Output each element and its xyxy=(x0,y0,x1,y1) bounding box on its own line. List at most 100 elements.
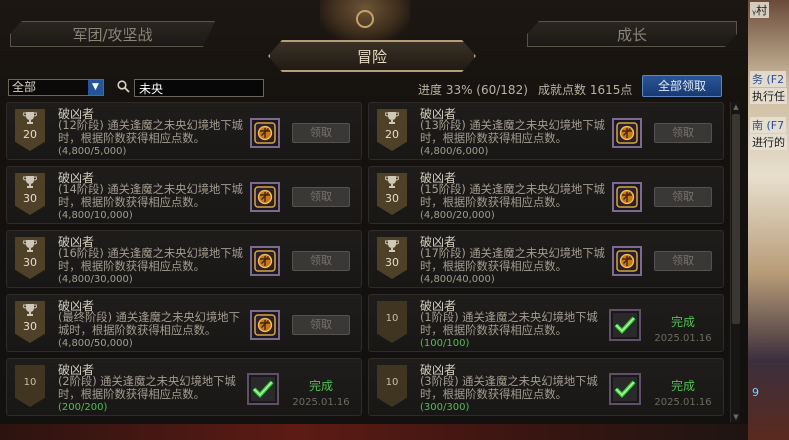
reward-chest-icon[interactable] xyxy=(612,246,642,276)
achievement-card: 30 破凶者 (14阶段) 通关逢魔之未央幻境地下城时，根据阶数获得相应点数。 (4,… xyxy=(6,166,362,224)
completed-label: 完成 xyxy=(670,315,695,329)
checkmark-icon xyxy=(609,309,641,341)
achievement-points: 10 xyxy=(385,377,399,388)
tab-adventure[interactable]: 冒险 xyxy=(268,40,476,72)
achievement-card: 20 破凶者 (13阶段) 通关逢魔之未央幻境地下城时，根据阶数获得相应点数。 (4,… xyxy=(368,102,724,160)
backdrop-text: 南 (F7 xyxy=(750,117,787,133)
achievement-description: (12阶段) 通关逢魔之未央幻境地下城时，根据阶数获得相应点数。 xyxy=(58,119,243,145)
claim-button[interactable]: 领取 xyxy=(292,187,350,207)
achievement-medal: 10 xyxy=(15,365,45,407)
trophy-icon xyxy=(23,304,37,316)
backdrop-text: 执行任 xyxy=(750,88,787,104)
achievement-medal: 30 xyxy=(377,237,407,279)
completed-date: 2025.01.16 xyxy=(654,333,712,344)
trophy-icon xyxy=(23,112,37,124)
achievement-card: 30 破凶者 (17阶段) 通关逢魔之未央幻境地下城时，根据阶数获得相应点数。 (4,… xyxy=(368,230,724,288)
checkmark-icon xyxy=(609,373,641,405)
achievement-description: (1阶段) 通关逢魔之未央幻境地下城时，根据阶数获得相应点数。 xyxy=(420,311,598,337)
chevron-down-icon[interactable]: ▼ xyxy=(88,80,103,95)
trophy-icon xyxy=(23,240,37,252)
completed-date: 2025.01.16 xyxy=(292,397,350,408)
search-input[interactable] xyxy=(134,79,264,97)
scroll-thumb[interactable] xyxy=(732,114,740,324)
achievement-medal: 20 xyxy=(15,109,45,151)
completed-label: 完成 xyxy=(308,379,333,393)
achievement-points: 20 xyxy=(23,128,37,141)
tab-growth[interactable]: 成长 xyxy=(527,21,737,47)
header-emblem xyxy=(320,0,410,42)
achievement-description: (3阶段) 通关逢魔之未央幻境地下城时，根据阶数获得相应点数。 xyxy=(420,375,598,401)
achievement-points: 20 xyxy=(385,128,399,141)
achievement-progress: (4,800/10,000) xyxy=(58,210,133,221)
claim-button[interactable]: 领取 xyxy=(292,251,350,271)
reward-chest-icon[interactable] xyxy=(612,118,642,148)
achievement-medal: 30 xyxy=(15,237,45,279)
backdrop-text: ᵧ村 xyxy=(750,2,770,18)
scrollbar[interactable]: ▲ ▼ xyxy=(730,102,740,422)
achievement-card: 10 破凶者 (2阶段) 通关逢魔之未央幻境地下城时，根据阶数获得相应点数。 (200… xyxy=(6,358,362,416)
achievement-points: 30 xyxy=(23,320,37,333)
achievement-description: (13阶段) 通关逢魔之未央幻境地下城时，根据阶数获得相应点数。 xyxy=(420,119,605,145)
scroll-up-icon[interactable]: ▲ xyxy=(732,103,740,111)
reward-chest-icon[interactable] xyxy=(250,118,280,148)
claim-all-button[interactable]: 全部领取 xyxy=(642,75,722,97)
achievement-description: (16阶段) 通关逢魔之未央幻境地下城时，根据阶数获得相应点数。 xyxy=(58,247,243,273)
claim-button[interactable]: 领取 xyxy=(654,123,712,143)
achievement-card: 30 破凶者 (16阶段) 通关逢魔之未央幻境地下城时，根据阶数获得相应点数。 (4,… xyxy=(6,230,362,288)
achievement-window: 军团/攻坚战 成长 冒险 全部 ▼ 进度 33% (60/182) 成就点数 1… xyxy=(0,0,789,440)
achievement-progress: (4,800/50,000) xyxy=(58,338,133,349)
tab-legion-siege[interactable]: 军团/攻坚战 xyxy=(10,21,215,47)
category-dropdown-value: 全部 xyxy=(12,80,37,94)
achievement-description: (2阶段) 通关逢魔之未央幻境地下城时，根据阶数获得相应点数。 xyxy=(58,375,236,401)
achievement-progress: (300/300) xyxy=(420,402,470,413)
category-dropdown[interactable]: 全部 ▼ xyxy=(8,79,104,96)
search-icon xyxy=(117,80,130,93)
checkmark-icon xyxy=(247,373,279,405)
scroll-down-icon[interactable]: ▼ xyxy=(732,413,740,421)
backdrop-text: 9 xyxy=(752,386,759,399)
claim-button[interactable]: 领取 xyxy=(654,187,712,207)
achievement-description: (15阶段) 通关逢魔之未央幻境地下城时，根据阶数获得相应点数。 xyxy=(420,183,605,209)
achievement-points: 30 xyxy=(385,256,399,269)
backdrop-text: 进行的 xyxy=(750,134,787,150)
achievement-points: 30 xyxy=(385,192,399,205)
backdrop-text: 务 (F2 xyxy=(750,71,787,87)
claim-button[interactable]: 领取 xyxy=(292,123,350,143)
achievement-progress: (4,800/5,000) xyxy=(58,146,127,157)
achievement-description: (最终阶段) 通关逢魔之未央幻境地下城时，根据阶数获得相应点数。 xyxy=(58,311,240,337)
reward-chest-icon[interactable] xyxy=(250,246,280,276)
achievement-card: 30 破凶者 (15阶段) 通关逢魔之未央幻境地下城时，根据阶数获得相应点数。 (4,… xyxy=(368,166,724,224)
achievement-medal: 10 xyxy=(377,365,407,407)
achievement-medal: 30 xyxy=(15,173,45,215)
achievement-progress: (200/200) xyxy=(58,402,108,413)
claim-button[interactable]: 领取 xyxy=(654,251,712,271)
completed-date: 2025.01.16 xyxy=(654,397,712,408)
claim-button[interactable]: 领取 xyxy=(292,315,350,335)
achievement-progress: (4,800/20,000) xyxy=(420,210,495,221)
trophy-icon xyxy=(23,176,37,188)
reward-chest-icon[interactable] xyxy=(250,182,280,212)
reward-chest-icon[interactable] xyxy=(612,182,642,212)
trophy-icon xyxy=(385,112,399,124)
achievement-description: (17阶段) 通关逢魔之未央幻境地下城时，根据阶数获得相应点数。 xyxy=(420,247,605,273)
achievement-points-text: 成就点数 1615点 xyxy=(538,83,633,97)
achievement-list: 20 破凶者 (12阶段) 通关逢魔之未央幻境地下城时，根据阶数获得相应点数。 (4,… xyxy=(6,102,730,424)
achievement-card: 20 破凶者 (12阶段) 通关逢魔之未央幻境地下城时，根据阶数获得相应点数。 (4,… xyxy=(6,102,362,160)
achievement-card: 10 破凶者 (3阶段) 通关逢魔之未央幻境地下城时，根据阶数获得相应点数。 (300… xyxy=(368,358,724,416)
achievement-points: 10 xyxy=(385,313,399,324)
achievement-card: 10 破凶者 (1阶段) 通关逢魔之未央幻境地下城时，根据阶数获得相应点数。 (100… xyxy=(368,294,724,352)
reward-chest-icon[interactable] xyxy=(250,310,280,340)
game-backdrop: ᵧ村 务 (F2 执行任 南 (F7 进行的 9 xyxy=(748,0,789,440)
achievement-progress: (4,800/30,000) xyxy=(58,274,133,285)
achievement-card: 30 破凶者 (最终阶段) 通关逢魔之未央幻境地下城时，根据阶数获得相应点数。 (4,… xyxy=(6,294,362,352)
achievement-medal: 10 xyxy=(377,301,407,343)
achievement-description: (14阶段) 通关逢魔之未央幻境地下城时，根据阶数获得相应点数。 xyxy=(58,183,243,209)
achievement-progress: (100/100) xyxy=(420,338,470,349)
completed-label: 完成 xyxy=(670,379,695,393)
trophy-icon xyxy=(385,240,399,252)
achievement-points: 10 xyxy=(23,377,37,388)
achievement-medal: 30 xyxy=(377,173,407,215)
achievement-points: 30 xyxy=(23,256,37,269)
achievement-progress: (4,800/40,000) xyxy=(420,274,495,285)
achievement-medal: 30 xyxy=(15,301,45,343)
